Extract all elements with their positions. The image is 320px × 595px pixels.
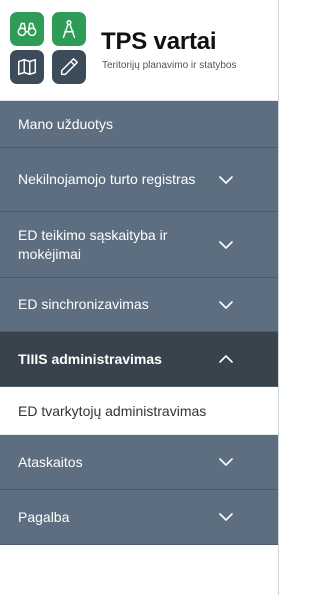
drafting-compass-icon: [52, 12, 86, 46]
app-header: TPS vartai Teritorijų planavimo ir staty…: [0, 0, 278, 101]
menu-item-ed-sinchronizavimas[interactable]: ED sinchronizavimas: [0, 278, 278, 332]
menu-item-ed-teikimo-saskaityba[interactable]: ED teikimo sąskaityba ir mokėjimai: [0, 212, 278, 278]
menu-item-label: Ataskaitos: [18, 453, 83, 470]
menu-item-ataskaitos[interactable]: Ataskaitos: [0, 435, 278, 490]
menu-item-label: ED teikimo sąskaityba ir mokėjimai: [18, 226, 168, 262]
chevron-down-icon: [219, 300, 233, 309]
sidebar: TPS vartai Teritorijų planavimo ir staty…: [0, 0, 278, 595]
menu-item-label: TIIIS administravimas: [18, 350, 162, 367]
map-icon: [10, 50, 44, 84]
menu-item-label: Nekilnojamojo turto registras: [18, 171, 196, 187]
chevron-down-icon: [219, 513, 233, 521]
menu-item-tiiis-administravimas[interactable]: TIIIS administravimas: [0, 332, 278, 387]
chevron-down-icon: [219, 175, 233, 184]
app-logo[interactable]: [10, 12, 90, 84]
app-subtitle: Teritorijų planavimo ir statybos: [102, 60, 237, 71]
menu-item-label: ED sinchronizavimas: [18, 296, 149, 312]
menu-item-label: Pagalba: [18, 508, 70, 525]
menu-item-pagalba[interactable]: Pagalba: [0, 490, 278, 545]
submenu-item-label: ED tvarkytojų administravimas: [18, 402, 207, 419]
chevron-up-icon: [219, 355, 233, 363]
menu-item-label: Mano užduotys: [18, 115, 113, 132]
chevron-down-icon: [219, 240, 233, 249]
app-title: TPS vartai: [101, 28, 217, 55]
sidebar-menu: Mano užduotys Nekilnojamojo turto regist…: [0, 101, 278, 545]
chevron-down-icon: [219, 458, 233, 466]
menu-item-nekilnojamojo-turto-registras[interactable]: Nekilnojamojo turto registras: [0, 148, 278, 212]
submenu-item-ed-tvarkytoju-administravimas[interactable]: ED tvarkytojų administravimas: [0, 387, 278, 435]
sidebar-border: [278, 0, 279, 595]
menu-item-mano-uzduotys[interactable]: Mano užduotys: [0, 101, 278, 148]
pen-icon: [52, 50, 86, 84]
binoculars-icon: [10, 12, 44, 46]
